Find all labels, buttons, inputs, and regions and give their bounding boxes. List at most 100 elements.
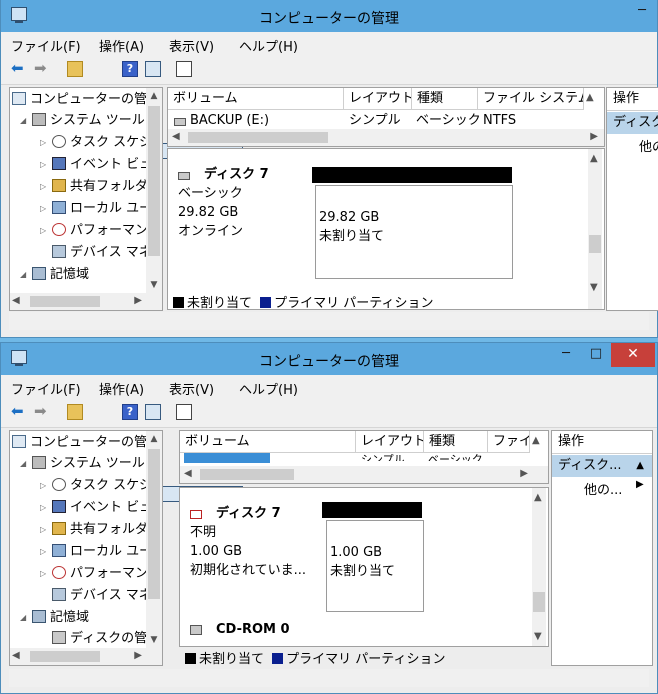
actions-disk-item[interactable]: ディスク... [607,112,658,134]
tree-node-computer-management[interactable]: コンピューターの管理 [12,90,160,110]
tree-node-device-manager[interactable]: デバイス マネ [52,243,152,263]
menu-view[interactable]: 表示(V) [169,379,214,398]
scroll-thumb[interactable] [148,106,160,256]
help-icon[interactable]: ? [122,61,138,77]
maximize-button[interactable]: □ [581,343,611,367]
scroll-left-icon[interactable]: ◀ [184,468,192,479]
unallocated-region[interactable]: 29.82 GB 未割り当て [315,185,513,279]
expand-arrow-icon[interactable]: ▷ [40,199,46,219]
tree-horizontal-scrollbar[interactable]: ◀ ▶ [10,648,162,665]
scroll-down-icon[interactable]: ▼ [146,277,162,293]
forward-arrow-icon[interactable]: ➡ [34,61,50,77]
table-row-selected[interactable] [184,453,270,463]
tree-node-system-tools[interactable]: ◢ システム ツール [20,454,145,474]
column-header-volume[interactable]: ボリューム [168,88,344,110]
scroll-thumb[interactable] [188,132,328,143]
disk-label[interactable]: ディスク 7 ベーシック 29.82 GB オンライン [178,165,269,241]
tree-node-local-users[interactable]: ▷ ローカル ユー [40,199,152,219]
expand-arrow-icon[interactable]: ▷ [40,221,46,241]
tree-node-performance[interactable]: ▷ パフォーマンス [40,221,161,241]
tree-node-storage[interactable]: ◢ 記憶域 [20,265,89,285]
tree-node-event-viewer[interactable]: ▷ イベント ビュ [40,155,152,175]
submenu-arrow-icon[interactable]: ▶ [636,479,644,490]
column-header-type[interactable]: 種類 [412,88,478,110]
scroll-up-icon[interactable]: ▲ [146,88,162,104]
list-horizontal-scrollbar[interactable]: ◀ ▶ [168,129,604,146]
menu-help[interactable]: ヘルプ(H) [239,36,298,55]
properties-icon[interactable] [176,404,192,420]
expand-arrow-icon[interactable]: ▷ [40,542,46,562]
up-folder-icon[interactable] [67,404,83,420]
tree-vertical-scrollbar[interactable]: ▲ ▼ [146,88,162,293]
scroll-up-icon[interactable]: ▲ [590,153,598,164]
forward-arrow-icon[interactable]: ➡ [34,404,50,420]
menu-action[interactable]: 操作(A) [99,379,144,398]
disk-label[interactable]: ディスク 7 不明 1.00 GB 初期化されていま... [190,504,306,580]
scroll-down-icon[interactable]: ▼ [590,282,598,293]
minimize-button[interactable]: ─ [551,343,581,367]
list-horizontal-scrollbar[interactable]: ◀ ▶ [180,466,548,483]
expand-arrow-icon[interactable]: ▷ [40,520,46,540]
scroll-left-icon[interactable]: ◀ [12,295,20,306]
expand-arrow-icon[interactable]: ▷ [40,133,46,153]
scroll-down-icon[interactable]: ▼ [534,631,542,642]
collapse-arrow-icon[interactable]: ◢ [20,265,26,285]
column-header-volume[interactable]: ボリューム [180,431,356,453]
actions-other-item[interactable]: 他の [639,136,658,155]
tree-horizontal-scrollbar[interactable]: ◀ ▶ [10,293,162,310]
tree-node-system-tools[interactable]: ◢ システム ツール [20,111,145,131]
scroll-right-icon[interactable]: ▶ [520,468,528,479]
menu-action[interactable]: 操作(A) [99,36,144,55]
close-button[interactable]: ✕ [611,343,655,367]
collapse-up-icon[interactable]: ▲ [636,455,644,477]
scroll-up-icon[interactable]: ▲ [534,492,542,503]
back-arrow-icon[interactable]: ⬅ [11,404,27,420]
scroll-right-icon[interactable]: ▶ [134,295,142,306]
scroll-thumb[interactable] [200,469,294,480]
collapse-arrow-icon[interactable]: ◢ [20,608,26,628]
table-row[interactable]: BACKUP (E:) [174,112,344,130]
up-folder-icon[interactable] [67,61,83,77]
tree-vertical-scrollbar[interactable]: ▲ ▼ [146,431,162,648]
actions-other-item[interactable]: 他の... ▶ [584,479,644,498]
collapse-arrow-icon[interactable]: ◢ [20,111,26,131]
menu-help[interactable]: ヘルプ(H) [239,379,298,398]
title-bar[interactable]: コンピューターの管理 ─ □ ✕ [1,343,657,375]
tree-node-storage[interactable]: ◢ 記憶域 [20,608,89,628]
menu-view[interactable]: 表示(V) [169,36,214,55]
tree-node-shared-folders[interactable]: ▷ 共有フォルダー [40,520,161,540]
minimize-button[interactable]: ─ [627,0,657,24]
scroll-thumb[interactable] [533,592,545,612]
title-bar[interactable]: コンピューターの管理 ─ [1,0,657,32]
scroll-right-icon[interactable]: ▶ [134,650,142,661]
back-arrow-icon[interactable]: ⬅ [11,61,27,77]
expand-arrow-icon[interactable]: ▷ [40,498,46,518]
scroll-up-icon[interactable]: ▲ [586,92,594,103]
column-header-layout[interactable]: レイアウト [344,88,412,110]
scroll-up-icon[interactable]: ▲ [532,435,540,446]
cdrom-label[interactable]: CD-ROM 0 [190,620,290,639]
scroll-left-icon[interactable]: ◀ [12,650,20,661]
scroll-left-icon[interactable]: ◀ [172,131,180,142]
action-pane-icon[interactable] [145,61,161,77]
tree-node-computer-management[interactable]: コンピューターの管理 [12,433,160,453]
scroll-up-icon[interactable]: ▲ [146,431,162,447]
actions-disk-item[interactable]: ディスク... ▲ [552,455,652,477]
tree-node-performance[interactable]: ▷ パフォーマンス [40,564,161,584]
disk-vertical-scrollbar[interactable]: ▲ ▼ [588,149,602,309]
column-header-layout[interactable]: レイアウト [356,431,424,453]
help-icon[interactable]: ? [122,404,138,420]
column-header-type[interactable]: 種類 [424,431,488,453]
expand-arrow-icon[interactable]: ▷ [40,476,46,496]
action-pane-icon[interactable] [145,404,161,420]
menu-file[interactable]: ファイル(F) [11,379,81,398]
column-header-filesystem[interactable]: ファイル システム [478,88,584,110]
column-header-filesystem[interactable]: ファイ [488,431,530,453]
scroll-thumb[interactable] [589,235,601,253]
properties-icon[interactable] [176,61,192,77]
disk-vertical-scrollbar[interactable]: ▲ ▼ [532,488,546,646]
menu-file[interactable]: ファイル(F) [11,36,81,55]
expand-arrow-icon[interactable]: ▷ [40,177,46,197]
scroll-thumb[interactable] [148,449,160,599]
tree-node-shared-folders[interactable]: ▷ 共有フォルダ [40,177,148,197]
